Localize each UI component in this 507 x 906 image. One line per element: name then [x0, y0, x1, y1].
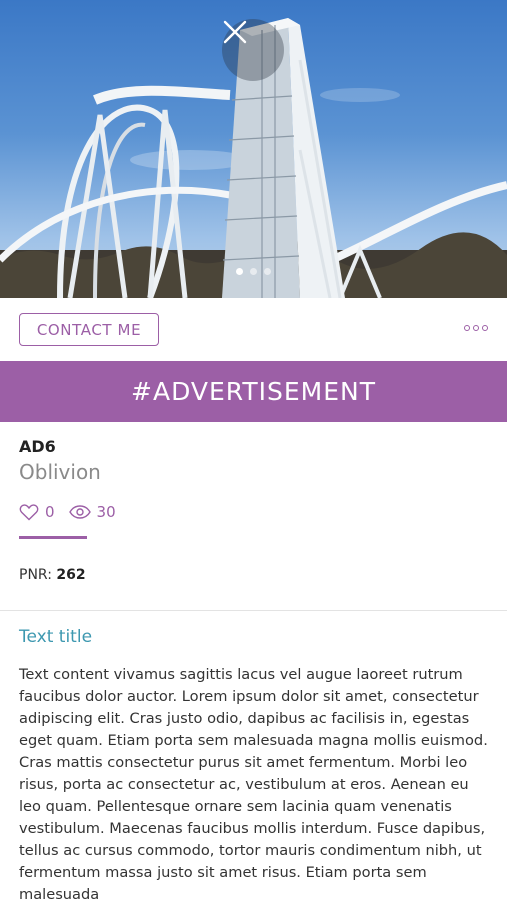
more-dots-icon	[464, 325, 470, 331]
category-banner: #ADVERTISEMENT	[0, 361, 507, 422]
stats-row: 0 30	[19, 503, 130, 521]
stats-underline	[19, 536, 87, 539]
pager-dot[interactable]	[236, 268, 243, 275]
banner-label: #ADVERTISEMENT	[131, 377, 376, 406]
pager-dot[interactable]	[250, 268, 257, 275]
image-pager[interactable]	[0, 268, 507, 275]
likes-stat[interactable]: 0	[19, 503, 55, 521]
ad-name: Oblivion	[19, 460, 101, 484]
divider	[0, 610, 507, 611]
pnr-value: 262	[56, 567, 86, 583]
pager-dot[interactable]	[264, 268, 271, 275]
close-button[interactable]	[222, 19, 284, 81]
views-count: 30	[96, 503, 116, 521]
action-row: CONTACT ME	[0, 298, 507, 361]
views-stat: 30	[68, 503, 116, 521]
contact-me-button[interactable]: CONTACT ME	[19, 313, 159, 346]
text-body: Text content vivamus sagittis lacus vel …	[19, 666, 488, 903]
pnr: PNR: 262	[19, 567, 86, 583]
eye-icon	[68, 505, 91, 519]
more-options-button[interactable]	[464, 325, 488, 331]
text-title: Text title	[19, 627, 93, 647]
hero-image	[0, 0, 507, 298]
ad-code: AD6	[19, 437, 56, 456]
likes-count: 0	[45, 503, 55, 521]
contact-me-label: CONTACT ME	[36, 320, 142, 339]
close-icon	[223, 20, 247, 44]
more-dots-icon	[482, 325, 488, 331]
more-dots-icon	[473, 325, 479, 331]
pnr-label: PNR:	[19, 567, 57, 583]
heart-icon	[19, 504, 39, 521]
